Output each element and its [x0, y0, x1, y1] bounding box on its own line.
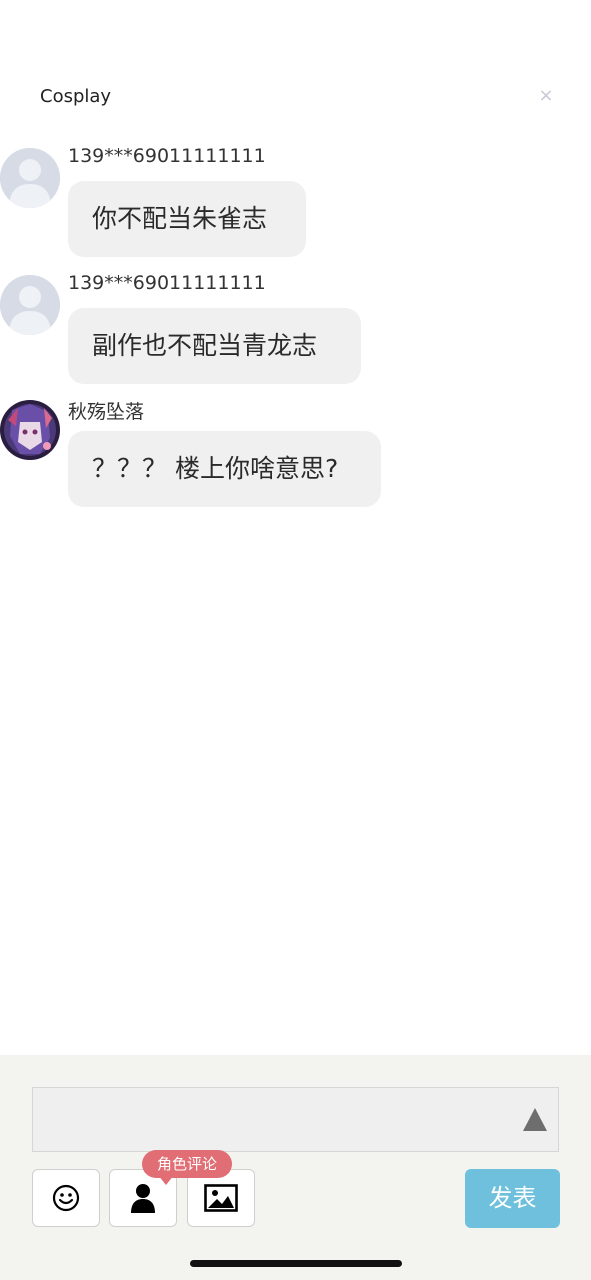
username: 139***69011111111 — [68, 145, 266, 167]
smiley-icon — [52, 1184, 80, 1212]
avatar[interactable] — [0, 275, 60, 335]
emoji-button[interactable] — [32, 1169, 100, 1227]
comment-input[interactable] — [33, 1088, 531, 1151]
message-bubble: ？？？ 楼上你啥意思? — [68, 431, 381, 507]
username: 秋殇坠落 — [68, 401, 145, 423]
home-indicator[interactable] — [190, 1260, 402, 1267]
person-icon — [131, 1184, 155, 1213]
default-avatar-icon — [0, 148, 60, 208]
image-icon — [204, 1184, 238, 1212]
avatar[interactable] — [0, 148, 60, 208]
username: 139***69011111111 — [68, 272, 266, 294]
anime-avatar-icon — [0, 400, 60, 460]
default-avatar-icon — [0, 275, 60, 335]
avatar[interactable] — [0, 400, 60, 460]
composer-panel: 角色评论 发表 — [0, 1055, 591, 1280]
page-title: Cosplay — [40, 86, 112, 107]
publish-button[interactable]: 发表 — [465, 1169, 560, 1228]
message-bubble: 你不配当朱雀志 — [68, 181, 306, 257]
comment-input-box[interactable] — [32, 1087, 559, 1152]
up-arrow-icon[interactable] — [523, 1108, 547, 1131]
role-comment-tooltip: 角色评论 — [142, 1150, 232, 1178]
message-bubble: 副作也不配当青龙志 — [68, 308, 361, 384]
close-icon[interactable]: × — [536, 84, 556, 108]
tooltip-tail — [158, 1175, 174, 1185]
